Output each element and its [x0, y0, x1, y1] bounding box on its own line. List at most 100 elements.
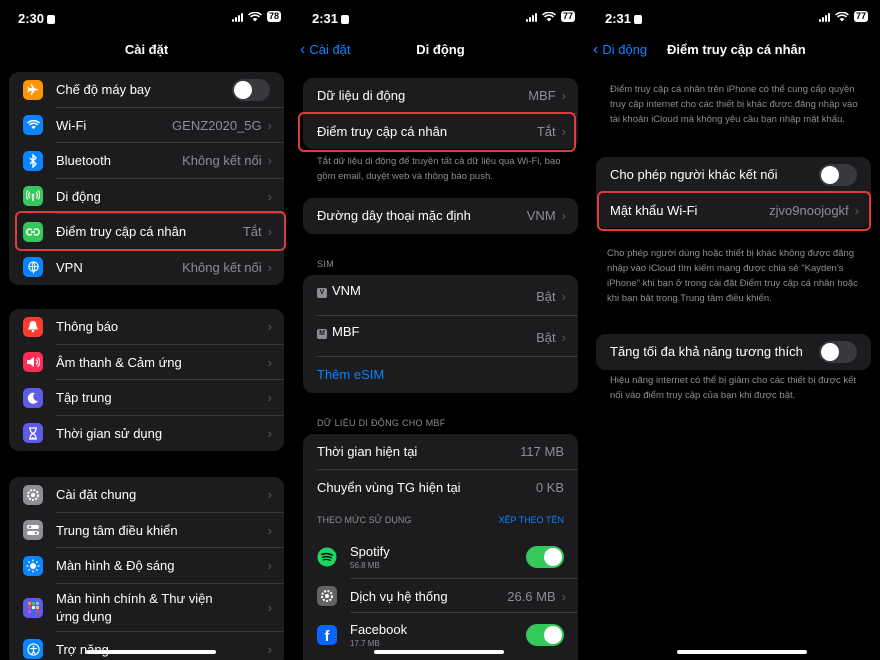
- settings-row-1-0[interactable]: Thông báo ›: [9, 309, 284, 345]
- hotspot-panel: 2:31 77 ‹ Di động Điểm truy cập cá nhân Đ…: [587, 0, 880, 660]
- wifi-status-icon: [542, 11, 556, 22]
- sun-icon: [23, 555, 43, 576]
- highlight-hotspot: [298, 112, 576, 152]
- sim-header: SIM: [317, 259, 334, 269]
- cellular-footer: Tắt dữ liệu di động để truyền tất cả dữ …: [317, 156, 561, 182]
- settings-row-2-0[interactable]: Cài đặt chung ›: [9, 477, 284, 513]
- airplane-mode-toggle[interactable]: [232, 78, 270, 101]
- status-bar: 2:30 78: [0, 9, 293, 27]
- status-bar: 2:31 77: [587, 9, 880, 27]
- compat-footer: Hiệu năng internet có thể bị giảm cho cá…: [610, 375, 857, 401]
- home-indicator: [374, 650, 504, 654]
- cellular-panel: 2:31 77 ‹ Cài đặt Di động Dữ liệu di động…: [294, 0, 587, 660]
- settings-row-2-3[interactable]: Màn hình chính & Thư viện ứng dụng ›: [9, 584, 284, 632]
- wifi-icon: [23, 115, 43, 136]
- settings-row-2-2[interactable]: Màn hình & Độ sáng ›: [9, 548, 284, 584]
- sim-badge: V: [317, 288, 327, 298]
- settings-row-1-2[interactable]: Tập trung ›: [9, 380, 284, 416]
- page-title: Cài đặt: [124, 42, 169, 57]
- chevron-right-icon: ›: [267, 390, 272, 406]
- moon-icon: [23, 387, 43, 408]
- sim-group: V VNM Bật › M MBF Bật › Thêm eSIM: [303, 275, 578, 393]
- chevron-right-icon: ›: [561, 330, 566, 345]
- spotify-toggle[interactable]: [526, 546, 564, 568]
- hotspot-footer: Cho phép người dùng hoặc thiết bị khác k…: [607, 248, 858, 304]
- settings-row-2-1[interactable]: Trung tâm điều khiển ›: [9, 513, 284, 548]
- cellular-data-row[interactable]: Dữ liệu di động MBF ›: [303, 78, 578, 114]
- general-group: Cài đặt chung › Trung tâm điều khiển › Màn h…: [9, 477, 284, 660]
- status-time: 2:31: [605, 11, 643, 26]
- chevron-right-icon: ›: [267, 153, 272, 169]
- speaker-icon: [23, 352, 43, 373]
- grid-icon: [23, 597, 43, 618]
- airplane-icon: [23, 79, 43, 100]
- battery-indicator: 77: [560, 11, 575, 22]
- settings-row-0-3[interactable]: Di động ›: [9, 179, 284, 214]
- wifi-status-icon: [835, 11, 849, 22]
- sim-vnm-row[interactable]: V VNM Bật ›: [303, 275, 578, 316]
- voice-line-group: Đường dây thoại mặc định VNM ›: [303, 198, 578, 234]
- chevron-right-icon: ›: [267, 117, 272, 133]
- back-button[interactable]: ‹ Di động: [593, 41, 647, 58]
- page-title: Điểm truy cập cá nhân: [667, 42, 806, 57]
- home-indicator: [86, 650, 216, 654]
- facebook-toggle[interactable]: [526, 624, 564, 646]
- settings-row-0-5[interactable]: VPN Không kết nối ›: [9, 250, 284, 286]
- cellular-icon: [23, 186, 43, 207]
- status-time: 2:30: [18, 11, 56, 26]
- settings-panel: 2:30 78 Cài đặt Chế độ máy bay Wi-Fi GENZ2…: [0, 0, 293, 660]
- signal-icon: [231, 12, 243, 22]
- default-voice-row[interactable]: Đường dây thoại mặc định VNM ›: [303, 198, 578, 234]
- allow-others-toggle[interactable]: [819, 163, 857, 186]
- roaming-row: Chuyển vùng TG hiện tại 0 KB: [317, 479, 564, 495]
- max-compat-toggle[interactable]: [819, 340, 857, 363]
- allow-others-row: Cho phép người khác kết nối: [596, 157, 871, 193]
- bell-icon: [23, 316, 43, 337]
- battery-indicator: 77: [853, 11, 868, 22]
- home-indicator: [677, 650, 807, 654]
- settings-row-1-3[interactable]: Thời gian sử dụng ›: [9, 416, 284, 452]
- chevron-right-icon: ›: [267, 425, 272, 441]
- add-esim-button[interactable]: Thêm eSIM: [303, 357, 578, 393]
- app-row-system-services[interactable]: Dịch vụ hệ thống 26.6 MB ›: [303, 579, 578, 613]
- highlight-hotspot: [15, 211, 286, 251]
- chevron-right-icon: ›: [561, 208, 566, 224]
- chevron-right-icon: ›: [267, 600, 272, 615]
- chevron-right-icon: ›: [267, 319, 272, 335]
- highlight-wifi-password: [597, 191, 871, 231]
- chevron-left-icon: ‹: [593, 41, 599, 58]
- chevron-right-icon: ›: [267, 188, 272, 204]
- settings-row-0-2[interactable]: Bluetooth Không kết nối ›: [9, 143, 284, 179]
- chevron-right-icon: ›: [561, 588, 566, 604]
- accessibility-icon: [23, 639, 43, 660]
- sim-badge: M: [317, 329, 327, 339]
- chevron-right-icon: ›: [561, 289, 566, 304]
- data-usage-group: Thời gian hiện tại 117 MB Chuyển vùng TG…: [303, 434, 578, 660]
- chevron-right-icon: ›: [561, 88, 566, 104]
- status-bar: 2:31 77: [294, 9, 587, 27]
- bluetooth-icon: [23, 150, 43, 171]
- gear-icon: [317, 586, 337, 606]
- current-period-row: Thời gian hiện tại 117 MB: [303, 434, 578, 470]
- chevron-right-icon: ›: [267, 641, 272, 657]
- status-time: 2:31: [312, 11, 350, 26]
- wifi-status-icon: [248, 11, 262, 22]
- usage-header: THEO MỨC SỬ DỤNG: [317, 515, 412, 525]
- data-header: DỮ LIỆU DI ĐỘNG CHO MBF: [317, 418, 446, 428]
- spotify-icon: [317, 547, 337, 567]
- settings-row-0-1[interactable]: Wi-Fi GENZ2020_5G ›: [9, 108, 284, 143]
- settings-row-2-4[interactable]: Trợ năng ›: [9, 632, 284, 660]
- notifications-group: Thông báo › Âm thanh & Cảm ứng › Tập trung › T…: [9, 309, 284, 451]
- gear-icon: [23, 484, 43, 505]
- hourglass-icon: [23, 423, 43, 444]
- chevron-right-icon: ›: [267, 259, 272, 275]
- sort-by-name-button[interactable]: XẾP THEO TÊN: [498, 515, 564, 525]
- signal-icon: [818, 12, 830, 22]
- settings-row-0-0[interactable]: Chế độ máy bay: [9, 72, 284, 108]
- signal-icon: [525, 12, 537, 22]
- page-title: Di động: [416, 42, 465, 57]
- chevron-right-icon: ›: [267, 522, 272, 538]
- settings-row-1-1[interactable]: Âm thanh & Cảm ứng ›: [9, 345, 284, 380]
- sim-mbf-row[interactable]: M MBF Bật ›: [303, 316, 578, 357]
- app-row-spotify: Spotify 56.8 MB: [303, 535, 578, 579]
